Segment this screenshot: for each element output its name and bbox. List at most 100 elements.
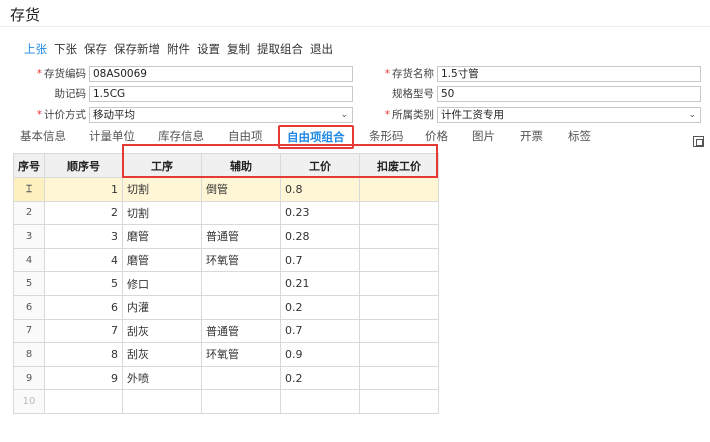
cell-scrap-price[interactable]: [359, 177, 439, 202]
table-row[interactable]: 2 2 切割 0.23: [13, 200, 439, 226]
cell-aux[interactable]: [201, 200, 281, 226]
prev-button[interactable]: 上张: [24, 41, 47, 57]
cell-seq[interactable]: 1: [44, 177, 123, 202]
cell-scrap-price[interactable]: [359, 247, 439, 273]
row-selected-marker[interactable]: ⌶: [13, 177, 45, 202]
cell-aux[interactable]: 环氧管: [201, 342, 281, 367]
cell-process[interactable]: 修口: [122, 271, 202, 296]
category-select[interactable]: 计件工资专用 ⌄: [437, 107, 701, 123]
extract-combination-button[interactable]: 提取组合: [257, 41, 303, 57]
table-row[interactable]: 10: [13, 389, 439, 414]
code-input[interactable]: 08AS0069: [89, 66, 353, 82]
table-row[interactable]: 5 5 修口 0.21: [13, 271, 439, 296]
memo-input[interactable]: 1.5CG: [89, 86, 353, 102]
cell-aux[interactable]: 普通管: [201, 318, 281, 344]
table-row[interactable]: 4 4 磨管 环氧管 0.7: [13, 247, 439, 273]
col-header-process[interactable]: 工序: [122, 153, 202, 178]
costing-label: * 计价方式: [36, 109, 86, 121]
cell-scrap-price[interactable]: [359, 294, 439, 320]
col-header-no[interactable]: 序号: [13, 153, 45, 178]
col-header-aux[interactable]: 辅助: [201, 153, 281, 178]
cell-process[interactable]: 磨管: [122, 224, 202, 249]
table-row[interactable]: ⌶ 1 切割 倒管 0.8: [13, 177, 439, 202]
cell-seq[interactable]: 4: [44, 247, 123, 273]
tab-free-item[interactable]: 自由项: [228, 126, 263, 148]
tab-unit[interactable]: 计量单位: [89, 126, 135, 148]
cell-price[interactable]: 0.2: [280, 365, 360, 391]
tab-basic-info[interactable]: 基本信息: [20, 126, 66, 148]
table-row[interactable]: 7 7 刮灰 普通管 0.7: [13, 318, 439, 344]
tab-image[interactable]: 图片: [472, 126, 495, 148]
cell-seq[interactable]: 5: [44, 271, 123, 296]
cell-scrap-price[interactable]: [359, 342, 439, 367]
cell-price[interactable]: 0.8: [280, 177, 360, 202]
cell-process[interactable]: 刮灰: [122, 318, 202, 344]
cell-no: 2: [13, 200, 45, 226]
cell-scrap-price[interactable]: [359, 200, 439, 226]
table-row[interactable]: 9 9 外喷 0.2: [13, 365, 439, 391]
cell-scrap-price[interactable]: [359, 224, 439, 249]
category-label: * 所属类别: [384, 109, 434, 121]
cell-no: 3: [13, 224, 45, 249]
cell-price[interactable]: 0.7: [280, 247, 360, 273]
cell-seq[interactable]: 8: [44, 342, 123, 367]
cell-aux[interactable]: [201, 271, 281, 296]
expand-icon[interactable]: [693, 136, 704, 147]
cell-price[interactable]: 0.9: [280, 342, 360, 367]
cell-price[interactable]: 0.7: [280, 318, 360, 344]
cell-seq[interactable]: 2: [44, 200, 123, 226]
cell-scrap-price[interactable]: [359, 389, 439, 414]
next-button[interactable]: 下张: [54, 41, 77, 57]
cell-process[interactable]: 刮灰: [122, 342, 202, 367]
table-row[interactable]: 3 3 磨管 普通管 0.28: [13, 224, 439, 249]
cell-aux[interactable]: [201, 389, 281, 414]
cell-process[interactable]: 切割: [122, 200, 202, 226]
cell-seq[interactable]: 9: [44, 365, 123, 391]
attachment-button[interactable]: 附件: [167, 41, 190, 57]
cell-process[interactable]: 磨管: [122, 247, 202, 273]
cell-aux[interactable]: 环氧管: [201, 247, 281, 273]
cell-process[interactable]: 外喷: [122, 365, 202, 391]
cell-scrap-price[interactable]: [359, 271, 439, 296]
form-row-code: * 存货编码 08AS0069 * 存货名称 1.5寸管: [0, 65, 710, 83]
cell-aux[interactable]: 倒管: [201, 177, 281, 202]
tab-price[interactable]: 价格: [425, 126, 448, 148]
cell-aux[interactable]: 普通管: [201, 224, 281, 249]
cell-aux[interactable]: [201, 365, 281, 391]
tab-stock-info[interactable]: 库存信息: [158, 126, 204, 148]
cell-price[interactable]: 0.28: [280, 224, 360, 249]
cell-process[interactable]: 内灌: [122, 294, 202, 320]
cell-price[interactable]: 0.23: [280, 200, 360, 226]
tab-free-item-combination[interactable]: 自由项组合: [278, 125, 354, 149]
cell-seq[interactable]: 6: [44, 294, 123, 320]
cell-process[interactable]: 切割: [122, 177, 202, 202]
save-and-new-button[interactable]: 保存新增: [114, 41, 160, 57]
tab-invoice[interactable]: 开票: [520, 126, 543, 148]
cell-price[interactable]: [280, 389, 360, 414]
tab-barcode[interactable]: 条形码: [369, 126, 404, 148]
cell-scrap-price[interactable]: [359, 365, 439, 391]
costing-select[interactable]: 移动平均 ⌄: [89, 107, 353, 123]
exit-button[interactable]: 退出: [310, 41, 333, 57]
cell-seq[interactable]: 7: [44, 318, 123, 344]
cell-process[interactable]: [122, 389, 202, 414]
col-header-scrap-price[interactable]: 扣废工价: [359, 153, 439, 178]
cell-price[interactable]: 0.21: [280, 271, 360, 296]
table-row[interactable]: 8 8 刮灰 环氧管 0.9: [13, 342, 439, 367]
settings-button[interactable]: 设置: [197, 41, 220, 57]
spec-input[interactable]: 50: [437, 86, 701, 102]
cell-scrap-price[interactable]: [359, 318, 439, 344]
table-row[interactable]: 6 6 内灌 0.2: [13, 294, 439, 320]
cell-aux[interactable]: [201, 294, 281, 320]
cell-seq[interactable]: [44, 389, 123, 414]
name-input[interactable]: 1.5寸管: [437, 66, 701, 82]
copy-button[interactable]: 复制: [227, 41, 250, 57]
cell-price[interactable]: 0.2: [280, 294, 360, 320]
cell-no: 6: [13, 294, 45, 320]
tab-bar: 基本信息 计量单位 库存信息 自由项 自由项组合 条形码 价格 图片 开票 标签: [0, 125, 710, 149]
col-header-seq[interactable]: 顺序号: [44, 153, 123, 178]
cell-seq[interactable]: 3: [44, 224, 123, 249]
col-header-price[interactable]: 工价: [280, 153, 360, 178]
save-button[interactable]: 保存: [84, 41, 107, 57]
tab-label[interactable]: 标签: [568, 126, 591, 148]
